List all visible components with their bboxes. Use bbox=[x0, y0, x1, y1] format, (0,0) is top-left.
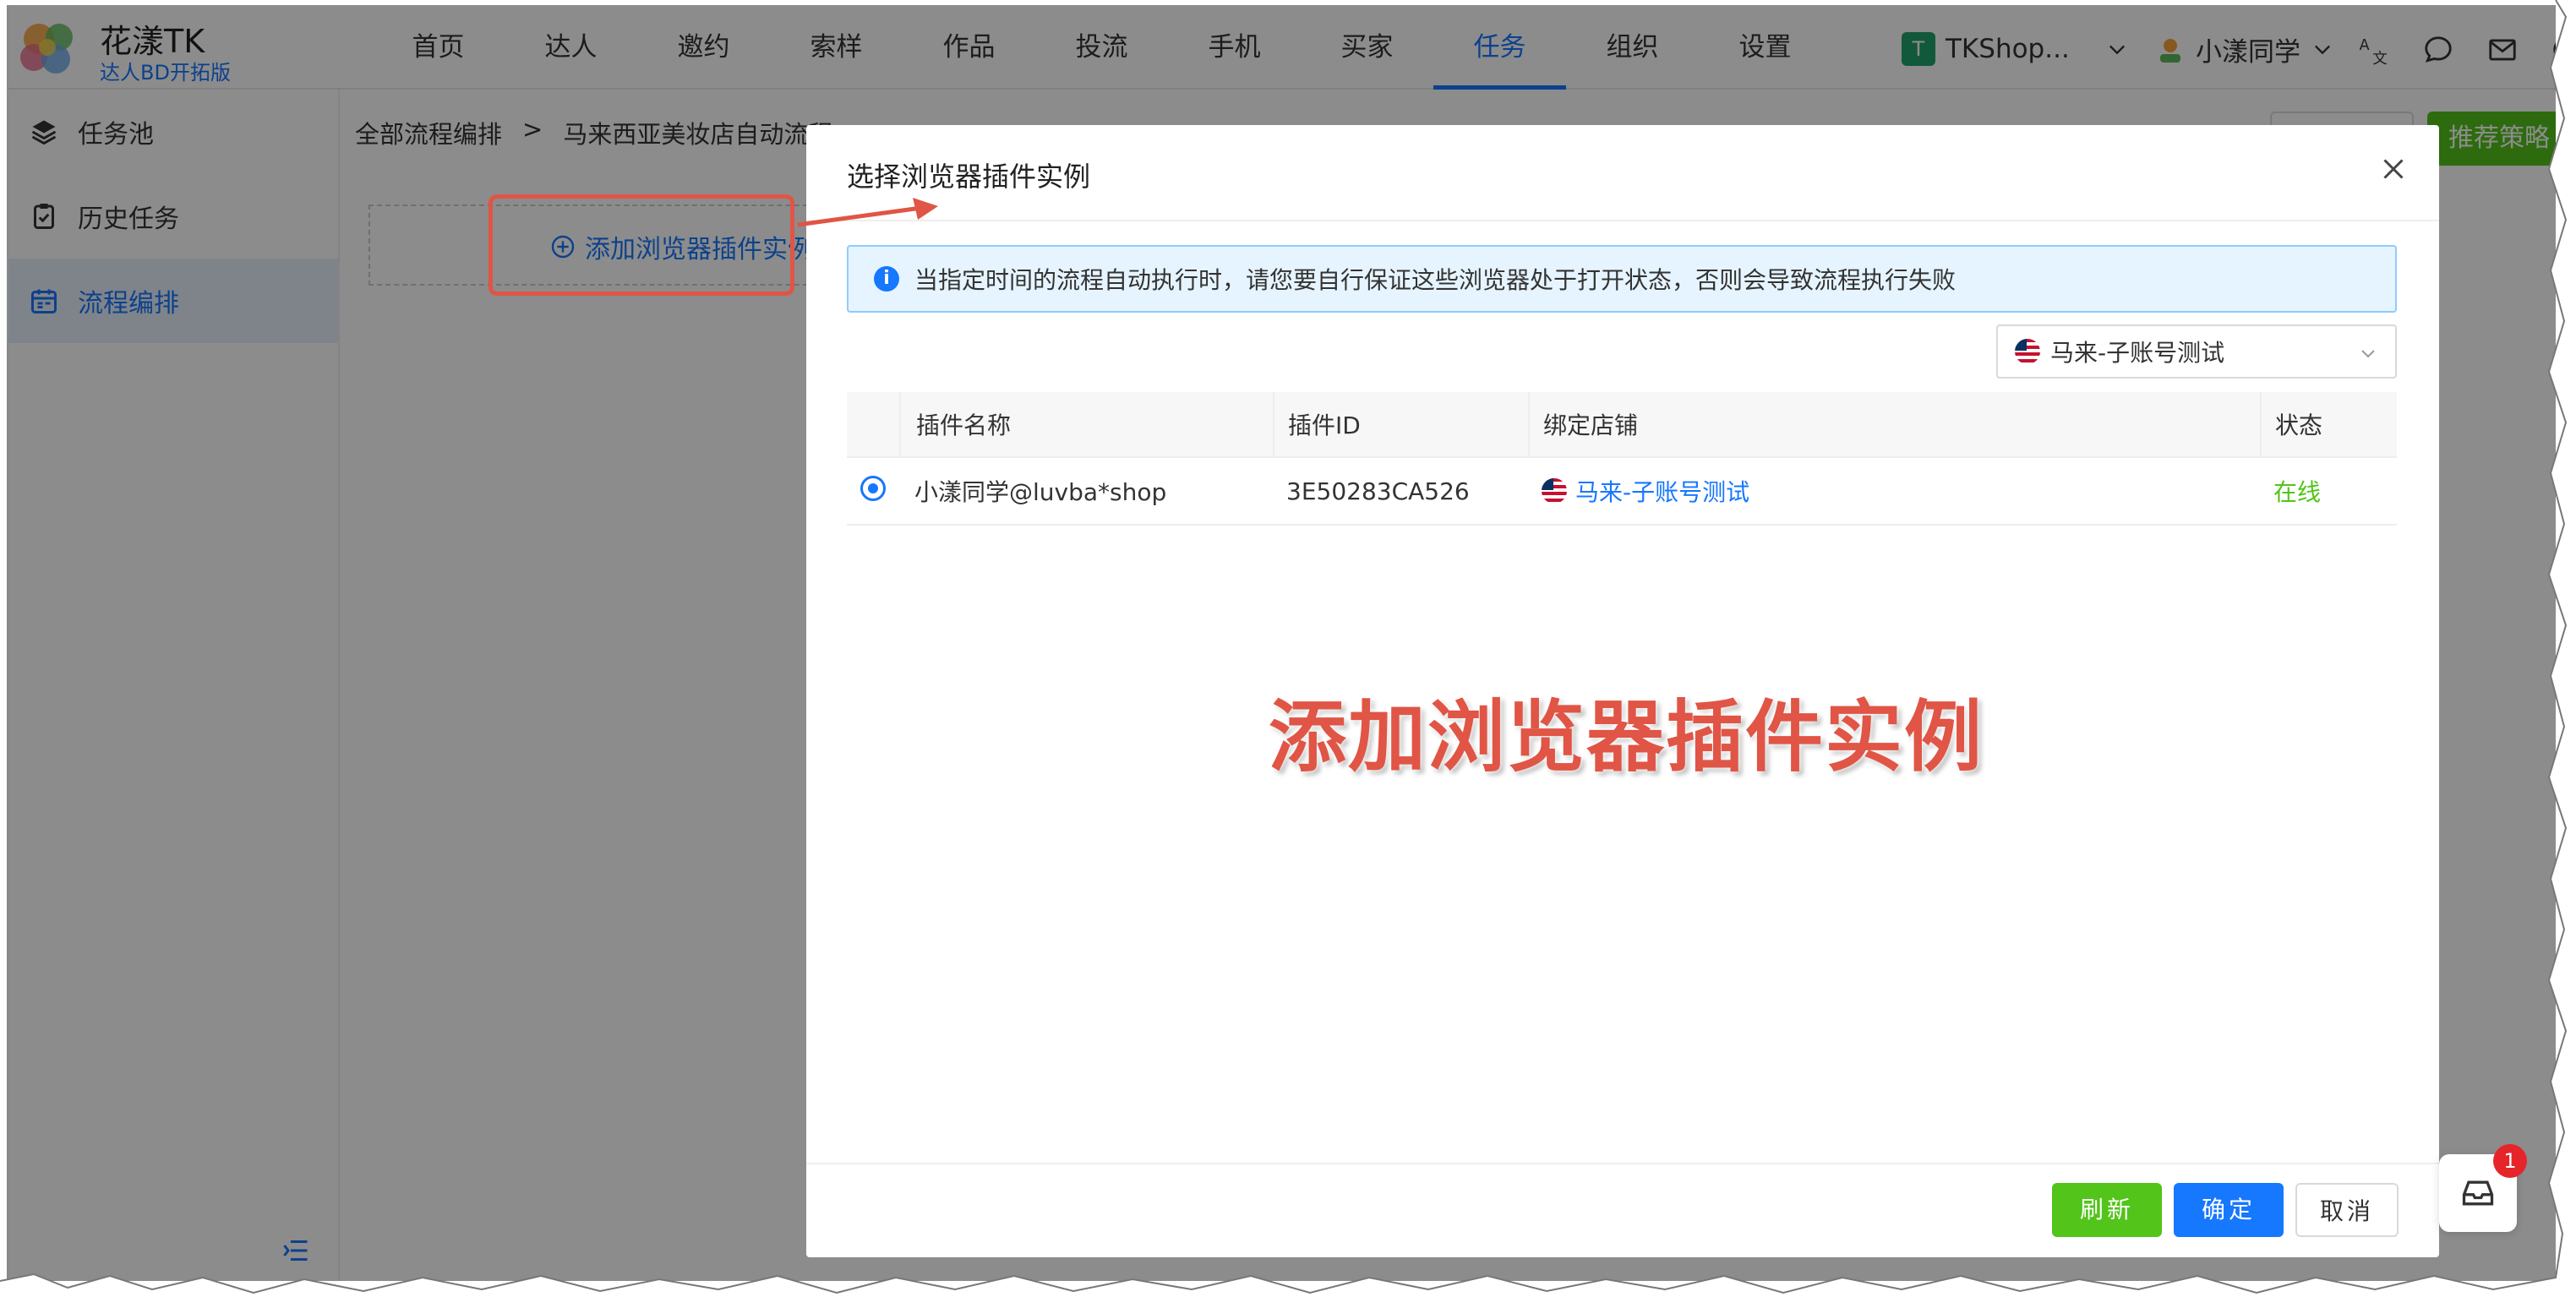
screenshot-frame: 花漾TK 达人BD开拓版 首页 达人 邀约 索样 作品 投流 手机 买家 任务 … bbox=[0, 0, 2576, 1308]
select-plugin-modal: 选择浏览器插件实例 i 当指定时间的流程自动执行时，请您要自行保证这些浏览器处于… bbox=[806, 125, 2439, 1257]
chevron-down-icon bbox=[2361, 350, 2375, 358]
bound-shop: 马来-子账号测试 bbox=[1528, 458, 2260, 524]
info-alert: i 当指定时间的流程自动执行时，请您要自行保证这些浏览器处于打开状态，否则会导致… bbox=[847, 245, 2397, 313]
annotation-highlight-box bbox=[488, 194, 794, 296]
shop-filter-value: 马来-子账号测试 bbox=[2050, 339, 2225, 367]
modal-divider bbox=[806, 220, 2439, 221]
annotation-arrow-icon bbox=[797, 198, 938, 227]
row-select[interactable] bbox=[847, 475, 899, 507]
notification-badge: 1 bbox=[2493, 1144, 2527, 1178]
table-header: 插件名称 插件ID 绑定店铺 状态 bbox=[847, 392, 2397, 458]
column-header-status: 状态 bbox=[2260, 392, 2397, 456]
cancel-button[interactable]: 取消 bbox=[2295, 1183, 2399, 1237]
column-header-name: 插件名称 bbox=[899, 392, 1273, 456]
modal-title: 选择浏览器插件实例 bbox=[847, 161, 1091, 193]
column-header-id: 插件ID bbox=[1273, 392, 1528, 456]
confirm-button[interactable]: 确定 bbox=[2174, 1183, 2284, 1237]
refresh-button[interactable]: 刷新 bbox=[2052, 1183, 2162, 1237]
plugin-id: 3E50283CA526 bbox=[1286, 477, 1470, 505]
plugin-name: 小漾同学@luvba*shop bbox=[914, 478, 1167, 506]
radio-selected[interactable] bbox=[860, 475, 886, 501]
annotation-caption: 添加浏览器插件实例 bbox=[1268, 692, 1984, 782]
info-icon: i bbox=[874, 266, 899, 292]
table-row[interactable]: 小漾同学@luvba*shop 3E50283CA526 马来-子账号测试 在线 bbox=[847, 458, 2397, 526]
close-icon[interactable] bbox=[2378, 154, 2409, 184]
footer-divider bbox=[806, 1163, 2439, 1164]
status-badge: 在线 bbox=[2273, 478, 2322, 506]
shop-filter-select[interactable]: 马来-子账号测试 bbox=[1996, 324, 2397, 379]
us-flag-icon bbox=[1542, 478, 1567, 504]
plugin-table: 插件名称 插件ID 绑定店铺 状态 小漾同学@luvba*shop 3E5028… bbox=[847, 392, 2397, 526]
column-header-shop: 绑定店铺 bbox=[1528, 392, 2260, 456]
us-flag-icon bbox=[2015, 339, 2040, 364]
inbox-icon bbox=[2462, 1180, 2494, 1206]
app-window: 花漾TK 达人BD开拓版 首页 达人 邀约 索样 作品 投流 手机 买家 任务 … bbox=[7, 5, 2556, 1281]
alert-text: 当指定时间的流程自动执行时，请您要自行保证这些浏览器处于打开状态，否则会导致流程… bbox=[914, 266, 1957, 294]
bound-shop-link[interactable]: 马来-子账号测试 bbox=[1575, 474, 1749, 508]
